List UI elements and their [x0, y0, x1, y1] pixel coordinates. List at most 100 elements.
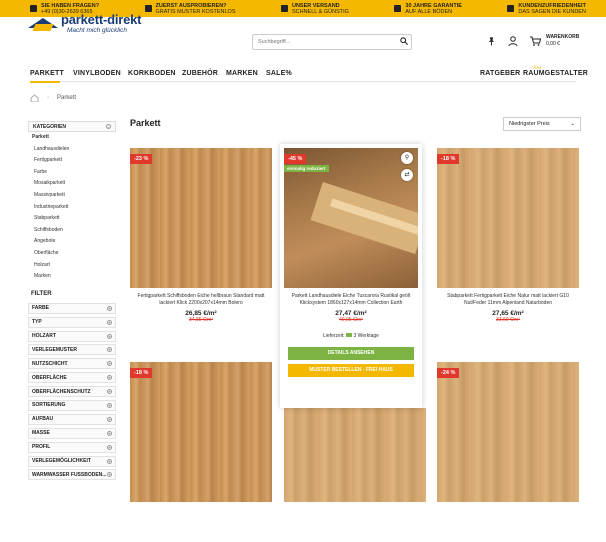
- nav-marken[interactable]: MARKEN: [226, 70, 258, 77]
- nav-zubehoer[interactable]: ZUBEHÖR: [182, 70, 218, 77]
- collapse-icon[interactable]: -: [106, 124, 111, 129]
- product-image[interactable]: [284, 408, 426, 502]
- filter-label: TYP: [32, 319, 42, 326]
- expand-icon[interactable]: +: [107, 333, 112, 339]
- details-button[interactable]: DETAILS ANSEHEN: [288, 347, 414, 360]
- cart-amount: 0,00 €: [546, 41, 560, 47]
- category-item[interactable]: Industrieparkett: [28, 202, 116, 214]
- nav-parkett[interactable]: PARKETT: [30, 70, 64, 77]
- discount-badge: -18 %: [437, 154, 460, 164]
- expand-icon[interactable]: +: [107, 305, 112, 311]
- user-icon[interactable]: [508, 36, 518, 46]
- filter-row[interactable]: AUFBAU +: [28, 413, 116, 425]
- shield-icon: [394, 5, 402, 12]
- filter-row[interactable]: WARMWASSER FUSSBODEN... +: [28, 469, 116, 481]
- product-card[interactable]: -18 %: [130, 362, 272, 502]
- nav-vinylboden[interactable]: VINYLBODEN: [73, 70, 121, 77]
- category-item[interactable]: Marken: [28, 271, 116, 283]
- product-image[interactable]: -45 % einmalig reduziert ⚲ ⇄: [284, 148, 418, 288]
- category-parkett[interactable]: Parkett: [28, 132, 116, 144]
- expand-icon[interactable]: +: [107, 402, 112, 408]
- filter-row[interactable]: VERLEGEMUSTER +: [28, 344, 116, 356]
- categories-header[interactable]: KATEGORIEN -: [28, 121, 116, 132]
- category-item[interactable]: Farbe: [28, 167, 116, 179]
- product-old-price: 33,60 €/m²: [496, 317, 520, 323]
- search-input[interactable]: [252, 34, 412, 50]
- filter-row[interactable]: HOLZART +: [28, 330, 116, 342]
- filter-row[interactable]: VERLEGEMÖGLICHKEIT +: [28, 455, 116, 467]
- cart-summary[interactable]: WARENKORB 0,00 €: [546, 34, 579, 48]
- category-item[interactable]: Massivparkett: [28, 190, 116, 202]
- filter-title: FILTER: [31, 290, 52, 297]
- expand-icon[interactable]: +: [107, 430, 112, 436]
- breadcrumb-current: Parkett: [57, 95, 77, 101]
- product-name[interactable]: Fertigparkett Schiffsboden Eiche hellbra…: [130, 293, 272, 306]
- product-card[interactable]: -23 % Fertigparkett Schiffsboden Eiche h…: [130, 148, 272, 323]
- search-icon[interactable]: [400, 37, 408, 45]
- truck-icon: [144, 5, 152, 12]
- expand-icon[interactable]: +: [107, 347, 112, 353]
- filter-label: AUFBAU: [32, 416, 54, 423]
- product-image[interactable]: -23 %: [130, 148, 272, 288]
- nav-ratgeber[interactable]: RATGEBER: [480, 70, 520, 77]
- product-name[interactable]: Stabparkett Fertigparkett Eiche Natur ma…: [437, 293, 579, 306]
- nav-korkboden[interactable]: KORKBODEN: [128, 70, 176, 77]
- category-item[interactable]: Angebote: [28, 236, 116, 248]
- category-item[interactable]: Holzart: [28, 260, 116, 272]
- topbar-item-samples[interactable]: ZUERST AUSPROBIEREN? GRATIS MUSTER KOSTEN…: [144, 3, 236, 15]
- nav-sale[interactable]: SALE%: [266, 70, 292, 77]
- expand-icon[interactable]: +: [107, 458, 112, 464]
- pin-icon[interactable]: ⚲: [401, 152, 413, 164]
- filter-row[interactable]: SORTIERUNG +: [28, 399, 116, 411]
- product-card-hover[interactable]: -45 % einmalig reduziert ⚲ ⇄ Parkett Lan…: [280, 144, 422, 408]
- expand-icon[interactable]: +: [107, 319, 112, 325]
- category-item[interactable]: Fertigparkett: [28, 155, 116, 167]
- category-item[interactable]: Mosaikparkett: [28, 178, 116, 190]
- truck-icon: [346, 333, 353, 337]
- product-card[interactable]: [284, 408, 426, 502]
- expand-icon[interactable]: +: [107, 361, 112, 367]
- order-sample-button[interactable]: MUSTER BESTELLEN - FREI HAUS: [288, 364, 414, 377]
- filter-row[interactable]: TYP +: [28, 316, 116, 328]
- category-item[interactable]: Stabparkett: [28, 213, 116, 225]
- filter-label: WARMWASSER FUSSBODEN...: [32, 471, 107, 478]
- filter-row[interactable]: PROFIL +: [28, 441, 116, 453]
- topbar-item-warranty[interactable]: 30 JAHRE GARANTIE AUF ALLE BÖDEN: [394, 3, 462, 15]
- sidebar: KATEGORIEN - Parkett Landhausdielen Fertig…: [28, 121, 116, 483]
- topbar-line2: SCHNELL & GÜNSTIG: [291, 8, 349, 15]
- expand-icon[interactable]: +: [107, 375, 112, 381]
- expand-icon[interactable]: +: [107, 416, 112, 422]
- product-price: 27,65 €/m²: [492, 310, 524, 317]
- product-card[interactable]: -24 %: [437, 362, 579, 502]
- category-item[interactable]: Oberfläche: [28, 248, 116, 260]
- logo[interactable]: parkett-direkt Macht mich glücklich: [28, 12, 141, 34]
- product-image[interactable]: -18 %: [130, 362, 272, 502]
- expand-icon[interactable]: +: [107, 389, 112, 395]
- filter-row[interactable]: NUTZSCHICHT +: [28, 358, 116, 370]
- compare-icon[interactable]: ⇄: [401, 169, 413, 181]
- filter-row[interactable]: OBERFLÄCHENSCHUTZ +: [28, 386, 116, 398]
- cart-label: WARENKORB: [546, 34, 580, 40]
- topbar-item-shipping[interactable]: UNSER VERSAND SCHNELL & GÜNSTIG: [280, 3, 349, 15]
- product-card[interactable]: -18 % Stabparkett Fertigparkett Eiche Na…: [437, 148, 579, 323]
- filter-row[interactable]: FARBE +: [28, 302, 116, 314]
- product-image[interactable]: -24 %: [437, 362, 579, 502]
- filter-row[interactable]: OBERFLÄCHE +: [28, 372, 116, 384]
- expand-icon[interactable]: +: [107, 444, 112, 450]
- expand-icon[interactable]: +: [107, 472, 112, 478]
- category-item[interactable]: Schiffsboden: [28, 225, 116, 237]
- reduced-tag: einmalig reduziert: [284, 165, 329, 172]
- home-icon[interactable]: [30, 94, 39, 102]
- product-image[interactable]: -18 %: [437, 148, 579, 288]
- filter-row[interactable]: MASSE +: [28, 427, 116, 439]
- category-item[interactable]: Landhausdielen: [28, 144, 116, 156]
- new-tag: Neu: [533, 66, 542, 71]
- filter-label: SORTIERUNG: [32, 402, 66, 409]
- nav-raumgestalter[interactable]: RAUMGESTALTER: [523, 70, 588, 77]
- sort-select[interactable]: Niedrigster Preis ⌄: [503, 117, 581, 131]
- filter-label: FARBE: [32, 305, 49, 312]
- pin-icon[interactable]: [487, 36, 496, 46]
- topbar-item-satisfaction[interactable]: KUNDENZUFRIEDENHEIT DAS SAGEN DIE KUNDEN: [507, 3, 586, 15]
- product-name[interactable]: Parkett Landhausdiele Eiche Tuscarora Ru…: [284, 293, 418, 306]
- cart-icon[interactable]: [530, 36, 541, 46]
